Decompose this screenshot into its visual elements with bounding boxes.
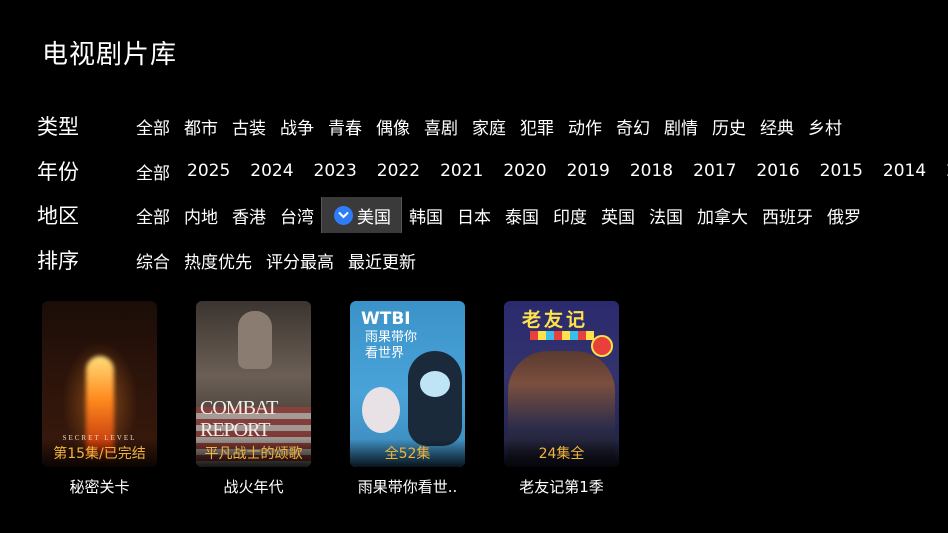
sort-option[interactable]: 最近更新	[341, 242, 423, 278]
type-option[interactable]: 经典	[753, 108, 801, 144]
filter-label-type: 类型	[37, 115, 79, 139]
sort-option[interactable]: 热度优先	[177, 242, 259, 278]
series-card[interactable]: WTBI 雨果带你看世界 全52集 雨果带你看世..	[350, 301, 465, 497]
region-option[interactable]: 全部	[129, 197, 177, 233]
episode-badge: 平凡战士的颂歌	[196, 439, 311, 467]
poster-image: SECRET LEVEL 第15集/已完结	[42, 301, 157, 467]
filter-label-region: 地区	[37, 204, 79, 228]
type-option[interactable]: 历史	[705, 108, 753, 144]
region-option[interactable]: 香港	[225, 197, 273, 233]
year-option[interactable]: 2022	[367, 153, 430, 189]
type-option[interactable]: 古装	[225, 108, 273, 144]
type-option[interactable]: 全部	[129, 108, 177, 144]
region-option[interactable]: 西班牙	[755, 197, 820, 233]
sort-option[interactable]: 评分最高	[259, 242, 341, 278]
region-option-label: 美国	[357, 207, 391, 228]
poster-image: COMBAT REPORT 平凡战士的颂歌	[196, 301, 311, 467]
filter-row-year: 年份 全部 2025 2024 2023 2022 2021 2020 2019…	[37, 153, 948, 189]
region-option[interactable]: 日本	[450, 197, 498, 233]
region-option[interactable]: 印度	[546, 197, 594, 233]
filter-label-sort: 排序	[37, 249, 79, 273]
poster-image: 老友记 24集全	[504, 301, 619, 467]
type-option[interactable]: 动作	[561, 108, 609, 144]
poster-logo: 老友记	[522, 310, 589, 331]
filter-row-type: 类型 全部 都市 古装 战争 青春 偶像 喜剧 家庭 犯罪 动作 奇幻 剧情 历…	[37, 108, 948, 144]
region-option[interactable]: 法国	[642, 197, 690, 233]
poster-subtitle: 雨果带你看世界	[365, 330, 418, 361]
type-option[interactable]: 偶像	[369, 108, 417, 144]
type-option[interactable]: 喜剧	[417, 108, 465, 144]
type-option[interactable]: 战争	[273, 108, 321, 144]
filter-row-region: 地区 全部 内地 香港 台湾 美国 韩国 日本 泰国 印度 英国 法国 加拿大 …	[37, 197, 948, 233]
year-option[interactable]: 全部	[129, 153, 177, 189]
region-option[interactable]: 泰国	[498, 197, 546, 233]
region-option[interactable]: 韩国	[402, 197, 450, 233]
region-option[interactable]: 加拿大	[690, 197, 755, 233]
episode-badge: 24集全	[504, 439, 619, 467]
filter-label-year: 年份	[37, 160, 79, 184]
year-option[interactable]: 2016	[746, 153, 809, 189]
year-option[interactable]: 2014	[873, 153, 936, 189]
poster-title: COMBAT REPORT	[200, 397, 278, 441]
region-option[interactable]: 英国	[594, 197, 642, 233]
poster-image: WTBI 雨果带你看世界 全52集	[350, 301, 465, 467]
series-title: 战火年代	[223, 478, 284, 496]
year-option[interactable]: 2024	[240, 153, 303, 189]
series-title: 秘密关卡	[69, 478, 130, 496]
region-option[interactable]: 俄罗	[820, 197, 868, 233]
check-icon	[334, 205, 353, 225]
series-card[interactable]: COMBAT REPORT 平凡战士的颂歌 战火年代	[196, 301, 311, 497]
poster-brand: WTBI	[361, 309, 411, 329]
page-title: 电视剧片库	[42, 40, 178, 70]
year-option[interactable]: 2021	[430, 153, 493, 189]
year-option[interactable]: 2025	[177, 153, 240, 189]
type-option[interactable]: 犯罪	[513, 108, 561, 144]
episode-badge: 第15集/已完结	[42, 439, 157, 467]
series-grid: SECRET LEVEL 第15集/已完结 秘密关卡 COMBAT REPORT…	[42, 301, 619, 497]
type-option[interactable]: 剧情	[657, 108, 705, 144]
series-card[interactable]: SECRET LEVEL 第15集/已完结 秘密关卡	[42, 301, 157, 497]
series-title: 老友记第1季	[519, 478, 604, 496]
series-card[interactable]: 老友记 24集全 老友记第1季	[504, 301, 619, 497]
type-option[interactable]: 乡村	[801, 108, 849, 144]
region-option-selected[interactable]: 美国	[321, 197, 402, 233]
year-option[interactable]: 2023	[304, 153, 367, 189]
year-option[interactable]: 2018	[620, 153, 683, 189]
type-option[interactable]: 家庭	[465, 108, 513, 144]
type-option[interactable]: 都市	[177, 108, 225, 144]
region-option[interactable]: 台湾	[273, 197, 321, 233]
year-option[interactable]: 2017	[683, 153, 746, 189]
year-option[interactable]: 2019	[557, 153, 620, 189]
region-option[interactable]: 内地	[177, 197, 225, 233]
sort-option[interactable]: 综合	[129, 242, 177, 278]
year-option[interactable]: 2015	[810, 153, 873, 189]
type-option[interactable]: 青春	[321, 108, 369, 144]
year-option[interactable]: 2013	[936, 153, 948, 189]
episode-badge: 全52集	[350, 439, 465, 467]
year-option[interactable]: 2020	[493, 153, 556, 189]
series-title: 雨果带你看世..	[357, 478, 458, 496]
type-option[interactable]: 奇幻	[609, 108, 657, 144]
filter-row-sort: 排序 综合 热度优先 评分最高 最近更新	[37, 242, 948, 278]
